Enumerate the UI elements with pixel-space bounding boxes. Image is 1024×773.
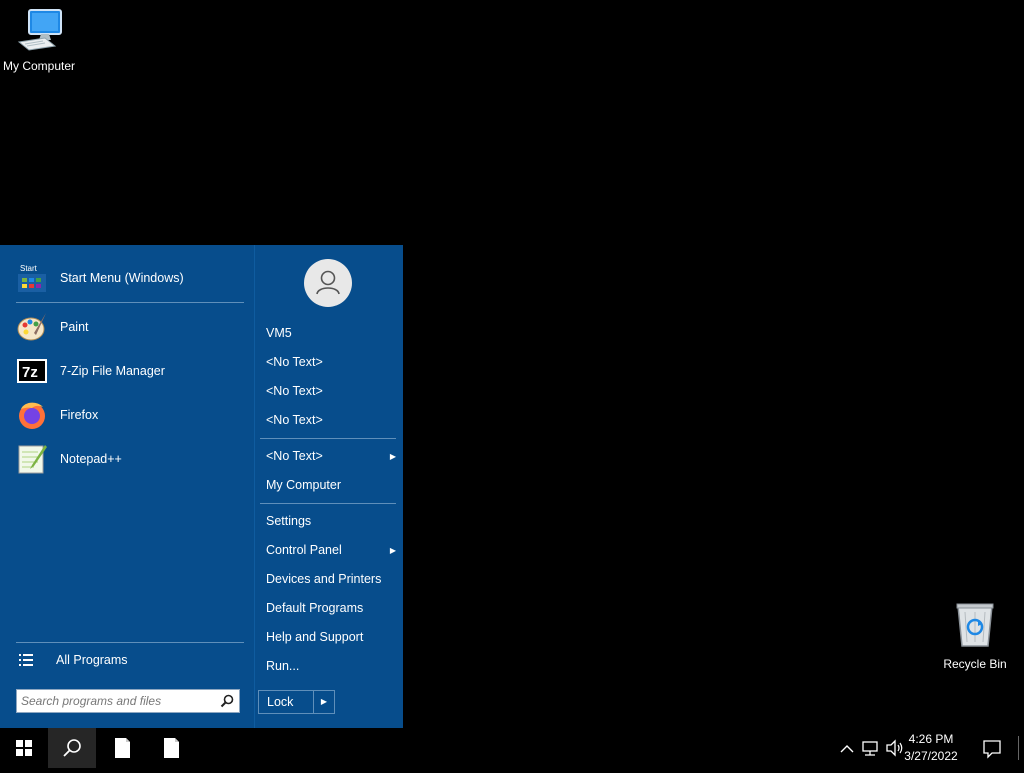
right-item-label: Help and Support (266, 630, 364, 644)
taskbar-app-document-2[interactable] (149, 728, 193, 768)
7zip-icon-text: 7z (22, 364, 38, 381)
pinned-item-label: Start Menu (Windows) (60, 271, 184, 285)
chevron-up-icon[interactable] (838, 728, 856, 768)
show-desktop-divider[interactable] (1018, 736, 1019, 760)
lock-button[interactable]: Lock ▶ (258, 690, 335, 714)
all-programs-label: All Programs (56, 653, 128, 667)
taskbar-search-button[interactable] (48, 728, 96, 768)
right-item-label: <No Text> (266, 449, 323, 463)
start-menu-icon: Start (18, 264, 46, 292)
windows-logo-icon (16, 740, 32, 756)
list-icon (19, 654, 33, 666)
right-item-no-text-1[interactable]: <No Text> (266, 348, 398, 377)
pinned-item-7zip[interactable]: 7z 7-Zip File Manager (16, 351, 246, 391)
lock-options-arrow-icon[interactable]: ▶ (313, 691, 334, 713)
desktop-icon-label: Recycle Bin (943, 657, 1007, 671)
right-item-label: Run... (266, 659, 300, 673)
right-item-label: Control Panel (266, 543, 342, 557)
right-item-run[interactable]: Run... (266, 652, 398, 681)
search-input[interactable] (21, 692, 211, 710)
desktop-icon-recycle-bin[interactable]: Recycle Bin (935, 600, 1015, 671)
clock-date: 3/27/2022 (904, 749, 958, 763)
right-item-help-support[interactable]: Help and Support (266, 623, 398, 652)
start-menu-right-column: VM5 <No Text> <No Text> <No Text> <No Te… (255, 245, 403, 728)
right-item-label: My Computer (266, 478, 342, 492)
notepadpp-icon (18, 445, 47, 474)
pinned-item-start-menu[interactable]: Start Start Menu (Windows) (16, 258, 246, 298)
firefox-icon (19, 402, 45, 429)
paint-icon (17, 313, 46, 341)
divider (260, 438, 396, 439)
right-item-label: Settings (266, 514, 312, 528)
pinned-item-label: Firefox (60, 408, 99, 422)
avatar[interactable] (304, 259, 352, 307)
start-button[interactable] (0, 728, 48, 768)
lock-label: Lock (267, 695, 294, 709)
right-item-no-text-3[interactable]: <No Text> (266, 406, 398, 435)
7zip-icon: 7z (17, 359, 47, 383)
user-name[interactable]: VM5 (266, 319, 398, 348)
right-item-no-text-4[interactable]: <No Text> ▶ (266, 442, 398, 471)
notifications-icon[interactable] (980, 728, 1004, 768)
submenu-arrow-icon: ▶ (389, 546, 396, 555)
document-icon (115, 738, 130, 758)
pinned-item-label: Paint (60, 320, 89, 334)
taskbar: 4:26 PM 3/27/2022 (0, 728, 1024, 768)
right-item-devices-printers[interactable]: Devices and Printers (266, 565, 398, 594)
search-icon (63, 739, 81, 757)
pinned-item-label: Notepad++ (60, 452, 122, 466)
taskbar-app-document-1[interactable] (100, 728, 144, 768)
right-item-no-text-2[interactable]: <No Text> (266, 377, 398, 406)
divider (260, 503, 396, 504)
recycle-bin-icon (956, 603, 994, 647)
right-item-label: Devices and Printers (266, 572, 382, 586)
right-item-settings[interactable]: Settings (266, 507, 398, 536)
start-menu: Start Start Menu (Windows) Paint 7z 7-Zi… (0, 245, 403, 728)
desktop-icon-my-computer[interactable]: My Computer (0, 8, 78, 73)
computer-icon (17, 9, 62, 51)
start-icon-text: Start (20, 264, 38, 273)
desktop-icon-label: My Computer (2, 59, 76, 73)
right-item-default-programs[interactable]: Default Programs (266, 594, 398, 623)
clock[interactable]: 4:26 PM 3/27/2022 (896, 731, 966, 765)
submenu-arrow-icon: ▶ (389, 452, 396, 461)
clock-time: 4:26 PM (908, 732, 954, 746)
right-item-my-computer[interactable]: My Computer (266, 471, 398, 500)
right-item-label: <No Text> (266, 355, 323, 369)
right-item-label: Default Programs (266, 601, 364, 615)
pinned-item-firefox[interactable]: Firefox (16, 395, 246, 435)
search-box[interactable] (16, 689, 240, 713)
user-icon (316, 270, 340, 295)
pinned-item-paint[interactable]: Paint (16, 307, 246, 347)
document-icon (164, 738, 179, 758)
right-item-label: <No Text> (266, 384, 323, 398)
right-item-control-panel[interactable]: Control Panel ▶ (266, 536, 398, 565)
divider (16, 302, 244, 303)
user-name-label: VM5 (266, 326, 292, 340)
all-programs-button[interactable]: All Programs (18, 640, 248, 680)
start-menu-left-column: Start Start Menu (Windows) Paint 7z 7-Zi… (0, 245, 254, 728)
pinned-item-label: 7-Zip File Manager (60, 364, 165, 378)
right-item-label: <No Text> (266, 413, 323, 427)
network-icon[interactable] (860, 728, 880, 768)
search-icon[interactable] (220, 694, 234, 708)
pinned-item-notepadpp[interactable]: Notepad++ (16, 439, 246, 479)
